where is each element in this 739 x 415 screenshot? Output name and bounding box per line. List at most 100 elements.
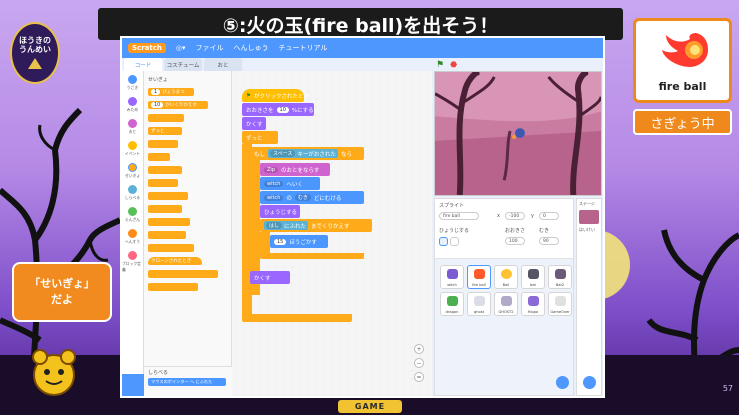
logo-line-1: ほうきの [19, 35, 51, 45]
category-my-blocks[interactable]: ブロック定義 [122, 251, 143, 273]
category-looks[interactable]: みため [127, 97, 138, 113]
play-sound-block[interactable]: Zip のおとをならす [260, 163, 330, 176]
when-flag-block[interactable]: ⚑ がクリックされたとき [242, 89, 309, 102]
forever-block[interactable]: ずっと [242, 131, 278, 144]
direction-label: むき [539, 228, 550, 234]
hide-eye-button[interactable] [450, 237, 459, 246]
hide-block-2[interactable]: かくす [250, 271, 290, 284]
sprite-tile[interactable]: dragon [440, 292, 464, 316]
if-block[interactable]: もし スペース キーがおされた なら [250, 147, 364, 160]
move-steps-block[interactable]: 15 ほうごかす [270, 235, 328, 248]
palette-block-touching[interactable]: マウスのポインター へ にふれた [148, 378, 226, 386]
hide-block[interactable]: かくす [242, 117, 266, 130]
show-eye-button[interactable] [439, 237, 448, 246]
add-backdrop-button[interactable] [583, 376, 596, 389]
sprite-tile-selected[interactable]: fire ball [467, 265, 491, 289]
palette-block[interactable] [148, 179, 178, 187]
set-size-block[interactable]: おおきさを 10 %にする [242, 103, 314, 116]
category-motion[interactable]: うごき [127, 75, 138, 91]
palette-block[interactable] [148, 153, 170, 161]
stage-canvas[interactable] [434, 71, 602, 196]
size-label: おおきさ [505, 228, 526, 234]
sprite-tile[interactable]: bat [521, 265, 545, 289]
y-field[interactable]: 0 [539, 212, 559, 220]
palette-block[interactable] [148, 166, 182, 174]
menu-file[interactable]: ファイル [195, 43, 223, 53]
show-block[interactable]: ひょうじする [260, 205, 300, 218]
add-sprite-button[interactable] [556, 376, 569, 389]
category-events[interactable]: イベント [125, 141, 140, 157]
stage-header: ⚑ ⬣ [432, 58, 603, 71]
backdrop-label: はいけい [579, 227, 595, 232]
fireball-icon [662, 33, 708, 67]
menu-edit[interactable]: へんしゅう [233, 43, 268, 53]
speech-line-1: 「せいぎょ」 [29, 276, 95, 290]
broom-icon [28, 58, 42, 70]
palette-block-wait[interactable]: 1 びょうまつ [148, 88, 194, 96]
category-sensing[interactable]: しらべる [125, 185, 140, 201]
page-number: 57 [722, 384, 733, 393]
palette-block-repeat[interactable]: 10 かいくりかえす [148, 101, 208, 109]
tab-code[interactable]: コード [124, 58, 162, 71]
sprite-card: fire ball [633, 18, 732, 103]
stop-button[interactable]: ⬣ [450, 60, 457, 69]
stage-thumbnail[interactable] [579, 210, 599, 224]
sprite-tile[interactable]: GHOST2 [494, 292, 518, 316]
sprite-tile[interactable]: Ball [494, 265, 518, 289]
sprite-name-field[interactable]: fire ball [439, 212, 479, 220]
touching-edge-condition[interactable]: はし にふれた [264, 221, 309, 230]
palette-sensing-section: しらべる マウスのポインター へ にふれた [144, 366, 232, 396]
zoom-in-button[interactable]: + [414, 344, 424, 354]
palette-block-clone-hat[interactable]: クローンされたとき [148, 257, 202, 265]
palette-block[interactable] [148, 114, 184, 122]
palette-block[interactable] [148, 231, 186, 239]
repeat-until-block[interactable]: はし にふれた までくりかえす [260, 219, 372, 232]
size-field[interactable]: 100 [505, 237, 525, 245]
go-to-block[interactable]: witch へいく [260, 177, 320, 190]
category-control[interactable]: せいぎょ [125, 163, 140, 179]
category-dot [128, 251, 137, 260]
category-variables[interactable]: へんすう [125, 229, 140, 245]
palette-block[interactable] [148, 205, 182, 213]
sprite-tile[interactable]: GameOver [548, 292, 572, 316]
sprite-tile[interactable]: Bat2 [548, 265, 572, 289]
category-dot [127, 75, 137, 84]
palette-block[interactable] [148, 192, 188, 200]
scratch-editor-screenshot: Scratch ◎▾ ファイル へんしゅう チュートリアル コード コスチューム… [120, 36, 605, 398]
x-field[interactable]: -100 [505, 212, 525, 220]
sprite-tile[interactable]: ghost [467, 292, 491, 316]
point-towards-block[interactable]: witch のむき どにむける [260, 191, 364, 204]
stage-pane: ステージ はいけい [576, 198, 602, 396]
slide-title: ⑤:火の玉(fire ball)を出そう！ [222, 14, 499, 37]
menu-tutorial[interactable]: チュートリアル [278, 43, 327, 53]
category-operators[interactable]: えんざん [125, 207, 140, 223]
add-extension-button[interactable] [122, 374, 144, 396]
logo-line-2: うんめい [19, 45, 51, 54]
palette-block[interactable] [148, 140, 178, 148]
speech-box: 「せいぎょ」 だよ [12, 262, 112, 322]
palette-block[interactable] [148, 283, 198, 291]
category-sound[interactable]: おと [128, 119, 137, 135]
palette-block[interactable] [148, 270, 218, 278]
x-label: x [497, 213, 500, 219]
key-pressed-condition[interactable]: スペース キーがおされた [268, 149, 338, 158]
editor-tabs: コード コスチューム おと [122, 58, 242, 71]
sprite-tile[interactable]: Hippo [521, 292, 545, 316]
palette-block-forever[interactable]: ずっと [148, 127, 182, 135]
category-dot [128, 141, 137, 150]
direction-field[interactable]: 90 [539, 237, 559, 245]
tab-costumes[interactable]: コスチューム [164, 58, 202, 71]
green-flag-button[interactable]: ⚑ [436, 60, 444, 70]
palette-block[interactable] [148, 218, 190, 226]
status-badge: さぎょう中 [633, 109, 732, 135]
globe-icon[interactable]: ◎▾ [176, 44, 186, 52]
scratch-logo[interactable]: Scratch [128, 43, 166, 53]
palette-block[interactable] [148, 244, 194, 252]
zoom-reset-button[interactable]: = [414, 372, 424, 382]
sprite-tile[interactable]: witch [440, 265, 464, 289]
palette-section-title: せいぎょ [148, 77, 168, 83]
stage-pane-title: ステージ [579, 201, 595, 206]
tab-sounds[interactable]: おと [204, 58, 242, 71]
zoom-out-button[interactable]: − [414, 358, 424, 368]
palette-sensing-title: しらべる [148, 370, 169, 376]
